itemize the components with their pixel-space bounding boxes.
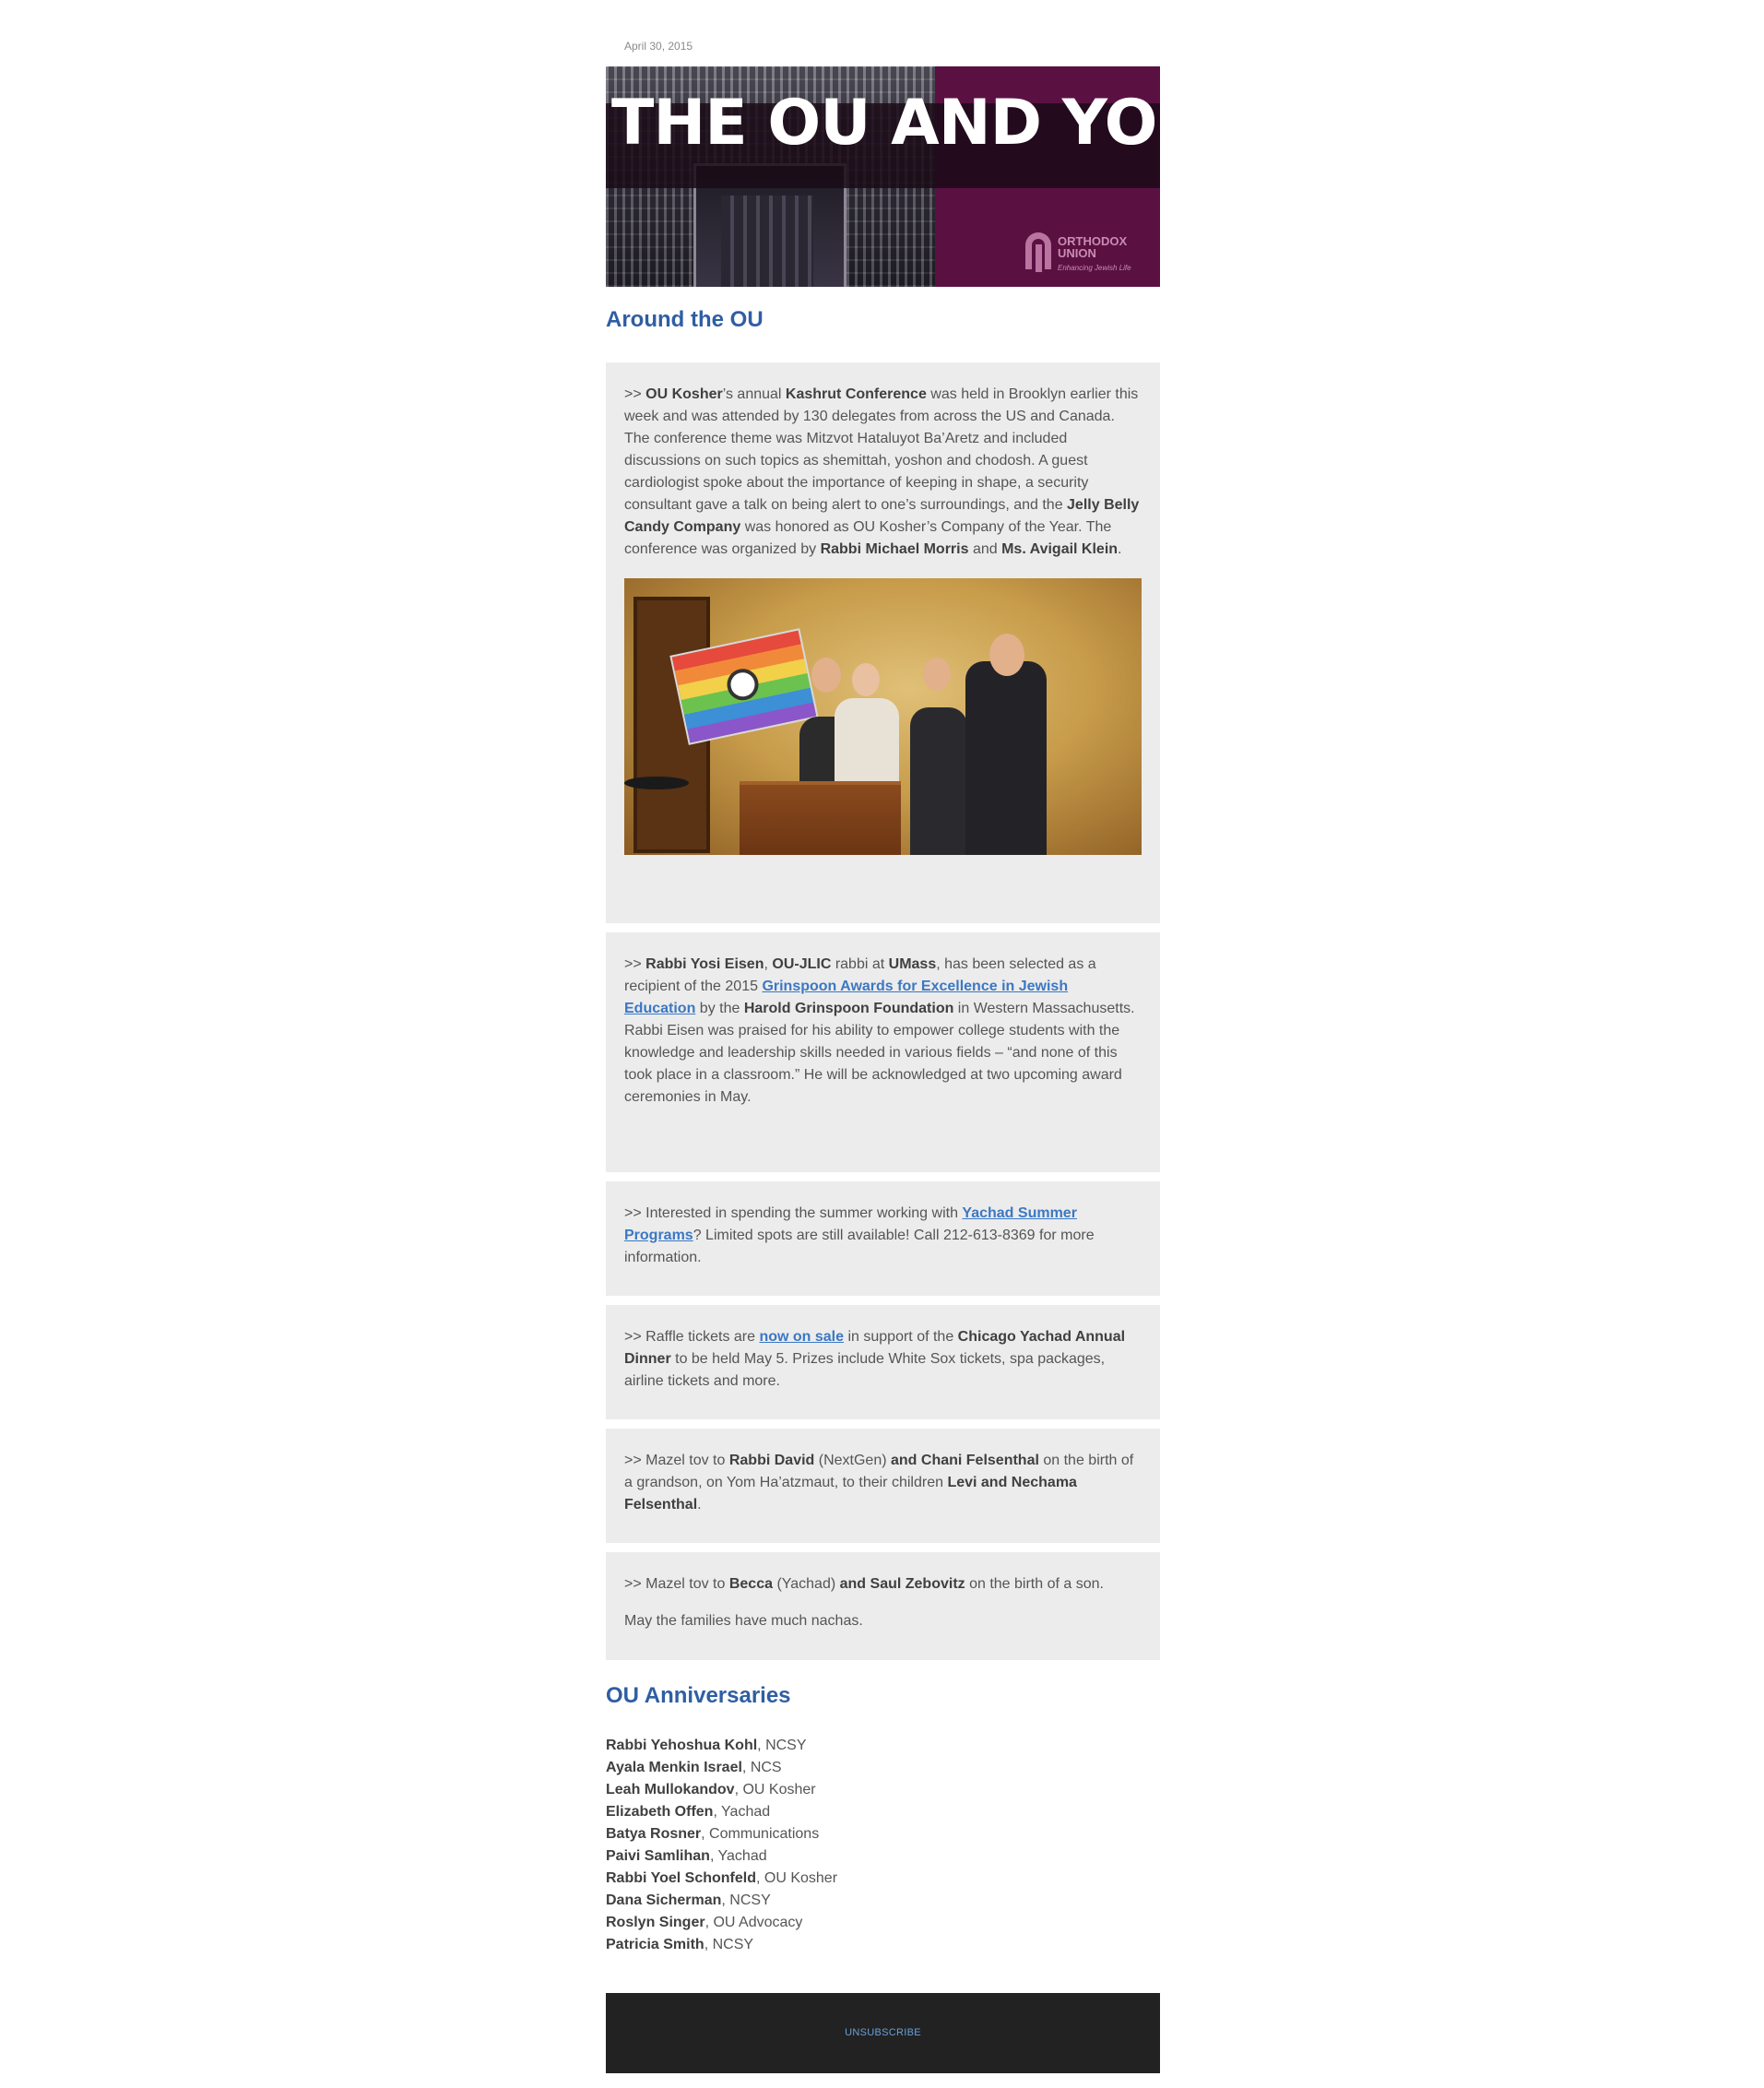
list-item: Rabbi Yoel Schonfeld, OU Kosher bbox=[606, 1870, 838, 1886]
list-item: Patricia Smith, NCSY bbox=[606, 1937, 754, 1952]
unsubscribe-link[interactable]: UNSUBSCRIBE bbox=[606, 2027, 1160, 2038]
news-text: >> Mazel tov to Rabbi David (NextGen) an… bbox=[624, 1453, 1134, 1513]
ou-logo-icon bbox=[1025, 232, 1051, 272]
list-item: Ayala Menkin Israel, NCS bbox=[606, 1760, 782, 1775]
closing-text: May the families have much nachas. bbox=[624, 1613, 863, 1629]
section-heading-anniversaries: OU Anniversaries bbox=[606, 1683, 791, 1708]
news-text: >> Interested in spending the summer wor… bbox=[624, 1205, 1095, 1265]
footer-bar: UNSUBSCRIBE bbox=[606, 1993, 1160, 2073]
anniversary-list: Rabbi Yehoshua Kohl, NCSY Ayala Menkin I… bbox=[606, 1735, 837, 1956]
news-item-kashrut: >> OU Kosher’s annual Kashrut Conference… bbox=[606, 362, 1160, 923]
list-item: Elizabeth Offen, Yachad bbox=[606, 1804, 771, 1820]
news-item-eisen: >> Rabbi Yosi Eisen, OU-JLIC rabbi at UM… bbox=[606, 932, 1160, 1172]
list-item: Dana Sicherman, NCSY bbox=[606, 1892, 771, 1908]
ou-logo-tagline: Enhancing Jewish Life bbox=[1058, 264, 1131, 272]
news-text: >> Rabbi Yosi Eisen, OU-JLIC rabbi at UM… bbox=[624, 956, 1135, 1105]
list-item: Roslyn Singer, OU Advocacy bbox=[606, 1915, 803, 1930]
news-item-zebovitz: >> Mazel tov to Becca (Yachad) and Saul … bbox=[606, 1552, 1160, 1660]
news-item-raffle: >> Raffle tickets are now on sale in sup… bbox=[606, 1305, 1160, 1419]
news-text: >> OU Kosher’s annual Kashrut Conference… bbox=[624, 386, 1140, 557]
list-item: Batya Rosner, Communications bbox=[606, 1826, 820, 1842]
news-item-yachad-summer: >> Interested in spending the summer wor… bbox=[606, 1181, 1160, 1296]
ou-logo-text: ORTHODOX UNION bbox=[1058, 234, 1128, 260]
conference-photo bbox=[624, 578, 1142, 855]
now-on-sale-link[interactable]: now on sale bbox=[759, 1329, 844, 1345]
list-item: Leah Mullokandov, OU Kosher bbox=[606, 1782, 816, 1797]
list-item: Paivi Samlihan, Yachad bbox=[606, 1848, 767, 1864]
news-text: >> Raffle tickets are now on sale in sup… bbox=[624, 1329, 1126, 1389]
issue-date: April 30, 2015 bbox=[624, 40, 693, 53]
list-item: Rabbi Yehoshua Kohl, NCSY bbox=[606, 1738, 807, 1753]
header-banner: THE OU AND YOU ORTHODOX UNION Enhancing … bbox=[606, 66, 1160, 287]
news-text: >> Mazel tov to Becca (Yachad) and Saul … bbox=[624, 1576, 1104, 1592]
section-heading-around: Around the OU bbox=[606, 307, 764, 332]
news-item-felsenthal: >> Mazel tov to Rabbi David (NextGen) an… bbox=[606, 1429, 1160, 1543]
banner-title: THE OU AND YOU bbox=[611, 87, 1160, 160]
